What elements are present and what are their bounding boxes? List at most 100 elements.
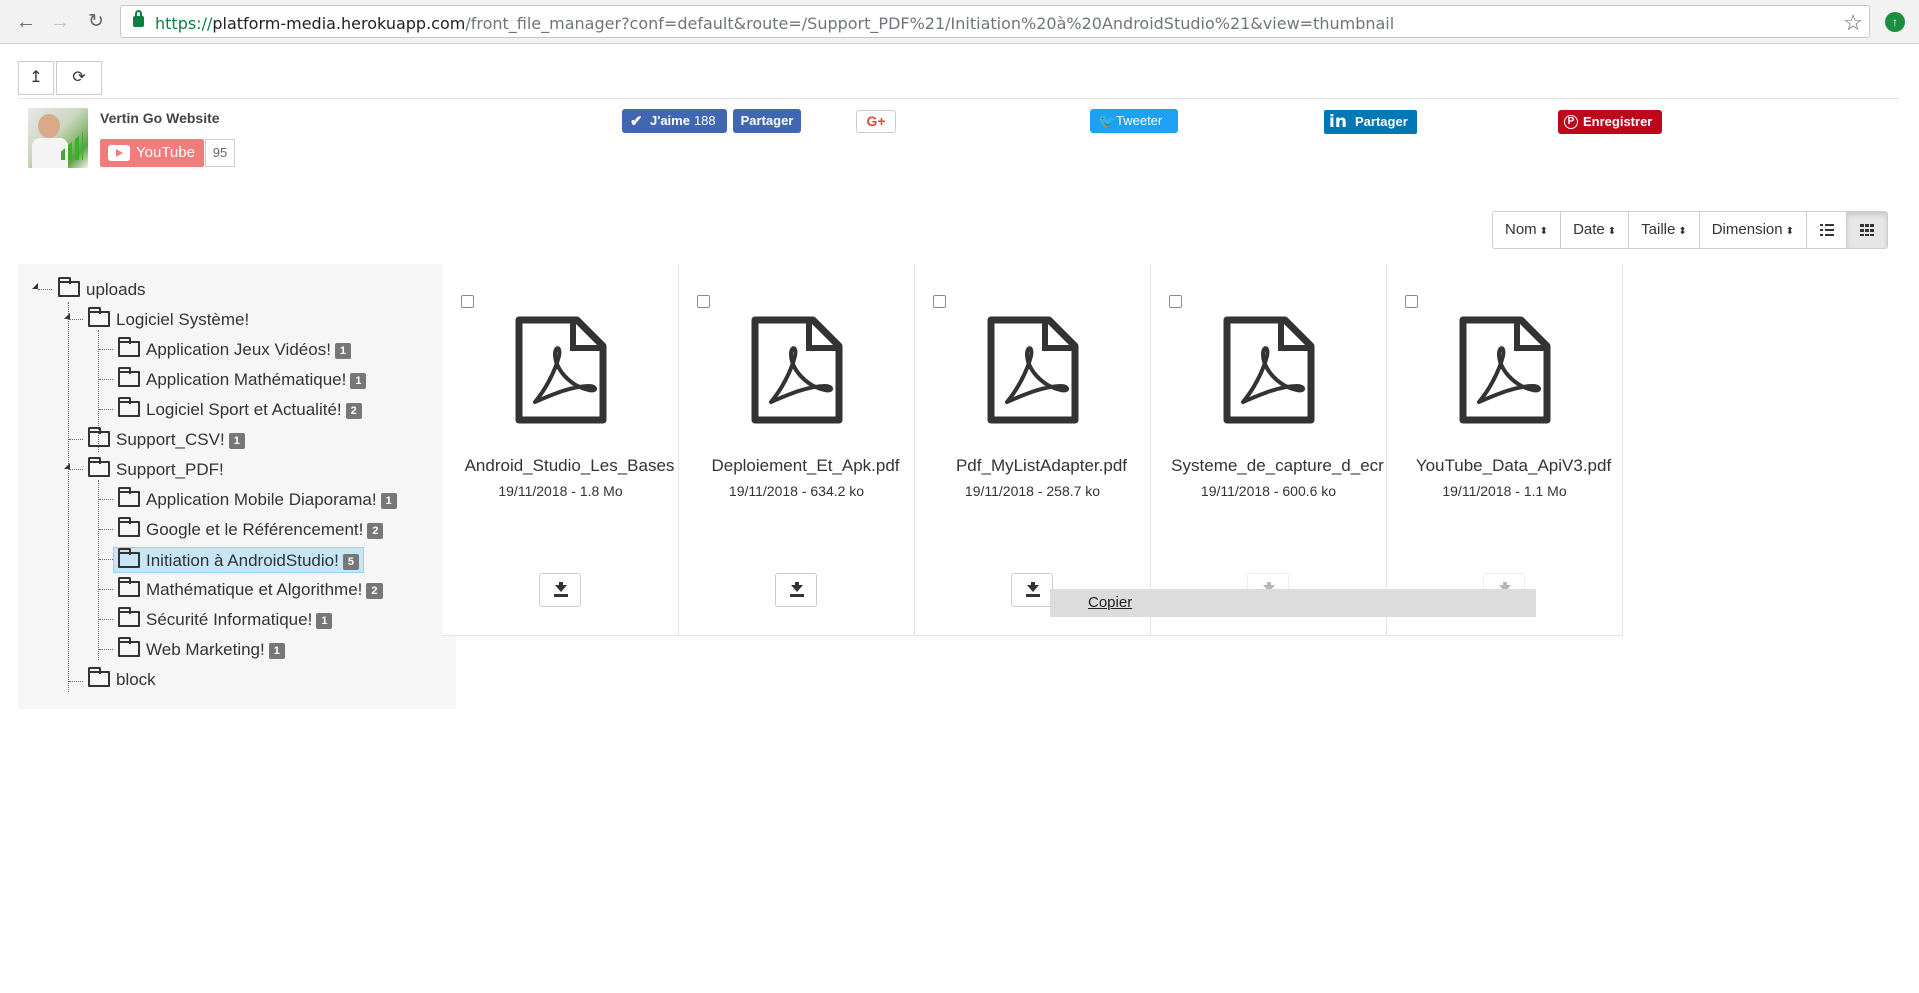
- url-scheme: https://: [155, 14, 213, 33]
- sort-date-label: Date: [1573, 221, 1605, 238]
- file-card[interactable]: YouTube_Data_ApiV3.pdf 19/11/2018 - 1.1 …: [1387, 264, 1623, 635]
- folder-icon: [118, 517, 140, 537]
- tree-item-application-jeux-videos[interactable]: Application Jeux Vidéos! 1: [118, 337, 352, 363]
- tweet-button[interactable]: 🐦 Tweeter: [1090, 109, 1178, 133]
- sort-dimension-label: Dimension: [1711, 221, 1783, 238]
- count-badge: 1: [316, 613, 333, 629]
- file-name[interactable]: YouTube_Data_ApiV3.pdf: [1387, 456, 1622, 476]
- refresh-button[interactable]: ⟳: [56, 61, 102, 95]
- file-name[interactable]: Pdf_MyListAdapter.pdf: [915, 456, 1150, 476]
- tree-item-mathematique-algorithme[interactable]: Mathématique et Algorithme! 2: [118, 577, 383, 603]
- download-button[interactable]: [775, 573, 817, 607]
- tree-item-uploads[interactable]: uploads: [58, 277, 146, 303]
- tree-item-label: block: [116, 670, 156, 689]
- file-card[interactable]: Android_Studio_Les_Bases 19/11/2018 - 1.…: [443, 264, 679, 635]
- extension-icon[interactable]: ↑: [1885, 12, 1905, 32]
- linkedin-share-button[interactable]: in Partager: [1324, 110, 1417, 134]
- folder-icon: [118, 367, 140, 387]
- count-badge: 1: [268, 643, 285, 659]
- sort-by-dimension-button[interactable]: Dimension ⬍: [1699, 212, 1807, 248]
- tree-item-application-mathematique[interactable]: Application Mathématique! 1: [118, 367, 367, 393]
- url-path: /front_file_manager?conf=default&route=/…: [465, 14, 1395, 33]
- check-icon: ✔: [630, 113, 643, 130]
- google-plus-button[interactable]: G+: [856, 110, 896, 133]
- folder-icon: [118, 548, 140, 568]
- twitter-bird-icon: 🐦: [1098, 113, 1116, 129]
- folder-icon: [118, 577, 140, 597]
- file-meta: 19/11/2018 - 258.7 ko: [964, 483, 1101, 499]
- bookmark-star-icon[interactable]: ☆: [1843, 10, 1863, 36]
- count-badge: 2: [366, 583, 383, 599]
- sort-toolbar: Nom ⬍ Date ⬍ Taille ⬍ Dimension ⬍: [1492, 211, 1888, 249]
- tree-item-label: Sécurité Informatique!: [146, 610, 313, 629]
- reload-icon[interactable]: ↻: [84, 10, 108, 34]
- tree-item-securite-informatique[interactable]: Sécurité Informatique! 1: [118, 607, 333, 633]
- count-badge: 2: [345, 403, 362, 419]
- file-card[interactable]: Systeme_de_capture_d_ecr 19/11/2018 - 60…: [1151, 264, 1387, 635]
- pdf-file-icon: [515, 316, 607, 424]
- fb-like-label: J'aime: [650, 113, 690, 128]
- tree-item-label: Application Mobile Diaporama!: [146, 490, 377, 509]
- folder-icon: [88, 667, 110, 687]
- file-select-checkbox[interactable]: [1169, 295, 1182, 308]
- facebook-like-button[interactable]: ✔ J'aime 188: [622, 109, 727, 133]
- tree-item-block[interactable]: block: [88, 667, 156, 693]
- list-view-button[interactable]: [1806, 212, 1847, 248]
- channel-name[interactable]: Vertin Go Website: [100, 110, 220, 126]
- address-bar[interactable]: https://platform-media.herokuapp.com/fro…: [120, 5, 1870, 38]
- file-card[interactable]: Deploiement_Et_Apk.pdf 19/11/2018 - 634.…: [679, 264, 915, 635]
- youtube-subscriber-count: 95: [205, 139, 235, 167]
- thumbnail-view-button[interactable]: [1846, 212, 1887, 248]
- count-badge: 1: [228, 433, 245, 449]
- file-name[interactable]: Android_Studio_Les_Bases: [443, 456, 678, 476]
- folder-icon: [118, 337, 140, 357]
- back-arrow-icon[interactable]: ←: [14, 10, 38, 34]
- tweet-label: Tweeter: [1116, 113, 1163, 128]
- file-name[interactable]: Systeme_de_capture_d_ecr: [1151, 456, 1386, 476]
- facebook-share-button[interactable]: Partager: [733, 109, 801, 133]
- youtube-label: YouTube: [136, 144, 195, 161]
- folder-icon: [118, 397, 140, 417]
- tree-item-google-referencement[interactable]: Google et le Référencement! 2: [118, 517, 384, 543]
- tree-item-logiciel-systeme[interactable]: Logiciel Système!: [88, 307, 249, 333]
- file-meta: 19/11/2018 - 1.1 Mo: [1442, 483, 1567, 499]
- folder-icon: [118, 487, 140, 507]
- file-select-checkbox[interactable]: [697, 295, 710, 308]
- sort-size-label: Taille: [1641, 221, 1676, 238]
- tree-item-web-marketing[interactable]: Web Marketing! 1: [118, 637, 285, 663]
- tree-item-support-csv[interactable]: Support_CSV! 1: [88, 427, 245, 453]
- download-button[interactable]: [1011, 573, 1053, 607]
- parent-folder-button[interactable]: ↥: [18, 61, 54, 95]
- sort-by-date-button[interactable]: Date ⬍: [1561, 212, 1630, 248]
- file-card[interactable]: Pdf_MyListAdapter.pdf 19/11/2018 - 258.7…: [915, 264, 1151, 635]
- url-text[interactable]: https://platform-media.herokuapp.com/fro…: [155, 14, 1394, 33]
- browser-toolbar: ← → ↻ https://platform-media.herokuapp.c…: [0, 0, 1919, 44]
- folder-icon: [88, 457, 110, 477]
- fb-like-count: 188: [693, 113, 716, 128]
- file-name[interactable]: Deploiement_Et_Apk.pdf: [679, 456, 914, 476]
- linkedin-icon: in: [1329, 112, 1347, 132]
- youtube-subscribe-button[interactable]: YouTube: [100, 139, 204, 167]
- tree-item-application-mobile-diaporama[interactable]: Application Mobile Diaporama! 1: [118, 487, 397, 513]
- tree-item-support-pdf[interactable]: Support_PDF!: [88, 457, 224, 483]
- forward-arrow-icon[interactable]: →: [48, 10, 72, 34]
- linkedin-label: Partager: [1355, 114, 1408, 129]
- context-menu-copy-item[interactable]: Copier: [1050, 589, 1536, 617]
- sort-by-name-button[interactable]: Nom ⬍: [1493, 212, 1562, 248]
- file-select-checkbox[interactable]: [933, 295, 946, 308]
- file-meta: 19/11/2018 - 634.2 ko: [728, 483, 865, 499]
- pinterest-save-button[interactable]: P Enregistrer: [1558, 110, 1662, 134]
- tree-item-logiciel-sport[interactable]: Logiciel Sport et Actualité! 2: [118, 397, 362, 423]
- youtube-play-icon: [108, 145, 130, 161]
- count-badge: 1: [350, 373, 367, 389]
- file-select-checkbox[interactable]: [1405, 295, 1418, 308]
- tree-item-label: Support_CSV!: [116, 430, 225, 449]
- tree-item-label: Initiation à AndroidStudio!: [146, 551, 339, 570]
- channel-avatar[interactable]: [28, 108, 88, 168]
- tree-item-initiation-androidstudio[interactable]: Initiation à AndroidStudio! 5: [113, 547, 364, 573]
- file-select-checkbox[interactable]: [461, 295, 474, 308]
- folder-icon: [88, 427, 110, 447]
- download-button[interactable]: [539, 573, 581, 607]
- tree-item-label: Application Mathématique!: [146, 370, 347, 389]
- sort-by-size-button[interactable]: Taille ⬍: [1629, 212, 1700, 248]
